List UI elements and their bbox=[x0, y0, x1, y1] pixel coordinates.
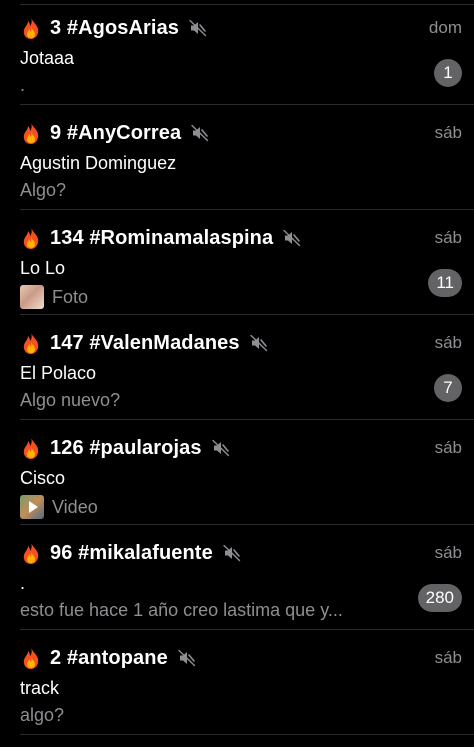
muted-speaker-icon bbox=[223, 544, 240, 562]
chat-title: 9 #AnyCorrea bbox=[50, 121, 182, 144]
message-preview: Video bbox=[20, 495, 98, 519]
chat-row[interactable]: 9 #AnyCorrea sáb Agustin Dominguez Algo? bbox=[0, 105, 474, 210]
chat-title-line: 147 #ValenMadanes bbox=[20, 331, 374, 355]
sender-name: Cisco bbox=[20, 468, 66, 488]
message-preview: . bbox=[20, 75, 25, 96]
chat-row[interactable]: 134 #Rominamalaspina sáb Lo Lo Foto 11 bbox=[0, 210, 474, 315]
chat-time: sáb bbox=[434, 438, 462, 457]
preview-text: . bbox=[20, 75, 26, 95]
message-preview: Algo nuevo? bbox=[20, 390, 120, 411]
chat-title: 134 #Rominamalaspina bbox=[50, 226, 274, 249]
message-preview: esto fue hace 1 año creo lastima que y..… bbox=[20, 600, 343, 621]
chat-row[interactable]: 96 #mikalafuente sáb . esto fue hace 1 a… bbox=[0, 525, 474, 630]
preview-text: Foto bbox=[52, 286, 89, 307]
chat-time: dom bbox=[428, 18, 462, 37]
chat-title: 147 #ValenMadanes bbox=[50, 331, 240, 354]
chat-time: sáb bbox=[434, 123, 462, 142]
fire-icon bbox=[23, 542, 39, 564]
fire-icon bbox=[23, 227, 39, 249]
fire-icon bbox=[23, 437, 39, 459]
unread-badge: 280 bbox=[417, 584, 462, 612]
muted-speaker-icon bbox=[283, 229, 301, 247]
preview-text: algo? bbox=[20, 705, 65, 725]
chat-title-line: 134 #Rominamalaspina bbox=[20, 226, 374, 250]
chat-row[interactable]: 2 #antopane sáb track algo? bbox=[0, 630, 474, 735]
video-thumbnail bbox=[20, 495, 44, 519]
sender-name: El Polaco bbox=[20, 363, 97, 383]
muted-speaker-icon bbox=[189, 19, 207, 37]
sender-name: Jotaaa bbox=[20, 48, 75, 68]
chat-row[interactable]: 147 #ValenMadanes sáb El Polaco Algo nue… bbox=[0, 315, 474, 420]
chat-title-line: 126 #paularojas bbox=[20, 436, 374, 460]
preview-text: Algo nuevo? bbox=[20, 390, 121, 410]
muted-speaker-icon bbox=[178, 649, 196, 667]
fire-icon bbox=[23, 647, 39, 669]
chat-title: 96 #mikalafuente bbox=[50, 541, 213, 564]
muted-speaker-icon bbox=[211, 439, 229, 457]
fire-icon bbox=[23, 332, 39, 354]
sender-name: Agustin Dominguez bbox=[20, 153, 177, 173]
preview-text: esto fue hace 1 año creo lastima que y..… bbox=[20, 600, 343, 620]
chat-title-line: 3 #AgosArias bbox=[20, 16, 374, 40]
chat-title-line: 96 #mikalafuente bbox=[20, 541, 374, 565]
muted-speaker-icon bbox=[249, 334, 267, 352]
chat-title-line: 9 #AnyCorrea bbox=[20, 121, 374, 145]
preview-text: Algo? bbox=[20, 180, 67, 200]
muted-speaker-icon bbox=[191, 124, 209, 142]
sender-name: track bbox=[20, 678, 60, 698]
fire-icon bbox=[23, 17, 39, 39]
chat-title: 3 #AgosArias bbox=[50, 16, 180, 39]
sender-name: Lo Lo bbox=[20, 258, 66, 278]
preview-text: Video bbox=[52, 496, 98, 517]
sender-name: . bbox=[20, 573, 26, 593]
chat-time: sáb bbox=[434, 333, 462, 352]
unread-badge: 11 bbox=[428, 269, 462, 297]
message-preview: algo? bbox=[20, 705, 64, 726]
unread-badge: 1 bbox=[434, 59, 462, 87]
chat-row[interactable]: 126 #paularojas sáb Cisco Video bbox=[0, 420, 474, 525]
chat-title-line: 2 #antopane bbox=[20, 646, 374, 670]
unread-badge: 7 bbox=[434, 374, 462, 402]
message-preview: Algo? bbox=[20, 180, 66, 201]
fire-icon bbox=[23, 122, 39, 144]
message-preview: Foto bbox=[20, 285, 88, 309]
chat-title: 126 #paularojas bbox=[50, 436, 202, 459]
chat-row[interactable]: 3 #AgosArias dom Jotaaa . 1 bbox=[0, 0, 474, 105]
chat-title: 2 #antopane bbox=[50, 646, 168, 669]
chat-list: 3 #AgosArias dom Jotaaa . 1 9 #AnyCorrea bbox=[0, 0, 474, 747]
chat-time: sáb bbox=[434, 228, 462, 247]
photo-thumbnail bbox=[20, 285, 44, 309]
chat-time: sáb bbox=[434, 543, 462, 562]
chat-time: sáb bbox=[434, 648, 462, 667]
